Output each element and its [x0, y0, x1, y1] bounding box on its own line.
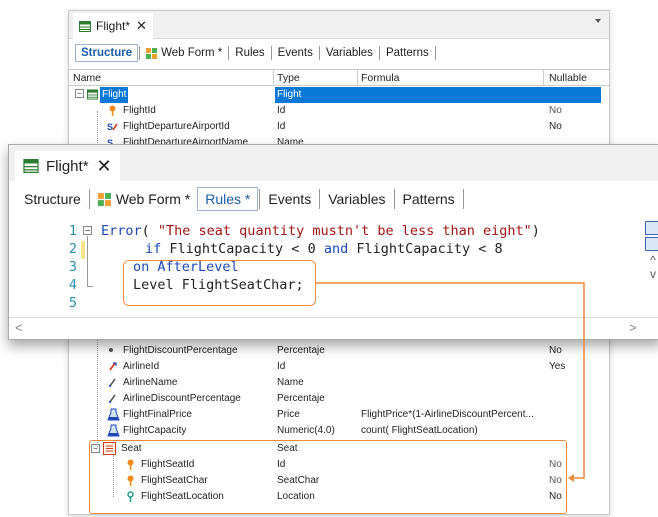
callout-arrow — [316, 282, 585, 482]
